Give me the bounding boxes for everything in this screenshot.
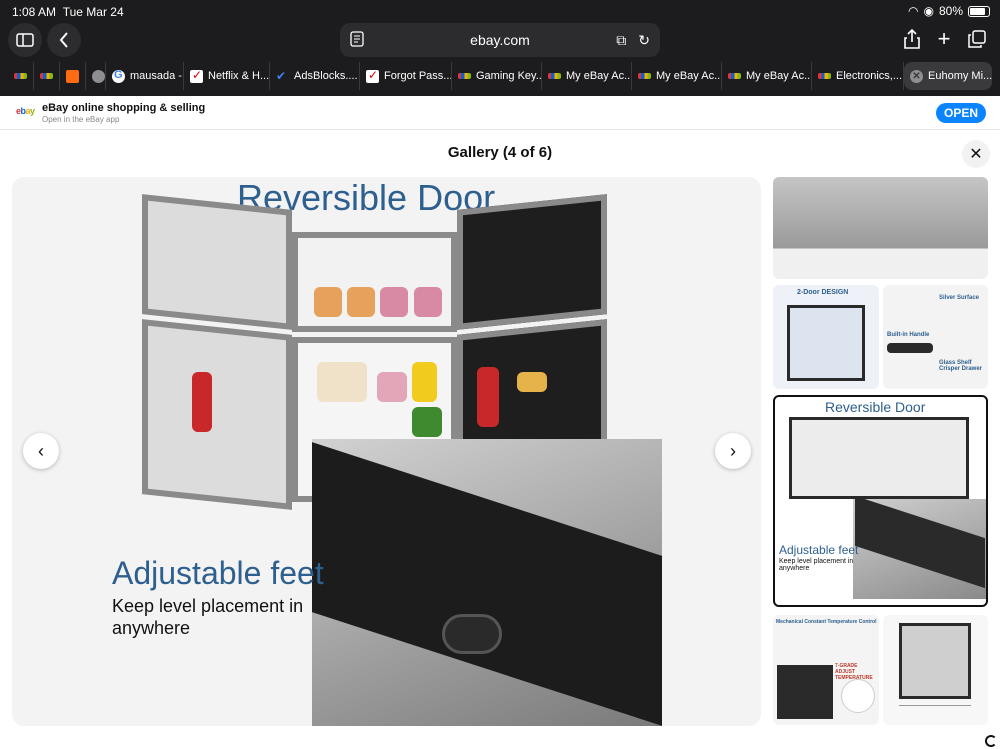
banner-title: eBay online shopping & selling bbox=[42, 102, 206, 114]
share-icon bbox=[904, 29, 920, 49]
checkmark-favicon-icon: ✔ bbox=[276, 68, 287, 83]
status-bar: 1:08 AM Tue Mar 24 ◠ ◉ 80% bbox=[0, 0, 1000, 22]
ebay-favicon-icon bbox=[638, 73, 651, 79]
address-bar-actions: ⧉ ↻ bbox=[616, 32, 650, 49]
gallery-main-image[interactable]: Reversible Door Adjustable feet Keep lev… bbox=[12, 177, 761, 726]
ebay-favicon-icon bbox=[818, 73, 831, 79]
thumbnail-caption: Glass Shelf Crisper Drawer bbox=[939, 360, 983, 372]
thumbnail-2[interactable]: 2-Door DESIGN bbox=[773, 285, 879, 389]
tab[interactable]: Netflix & H... bbox=[184, 62, 270, 90]
reader-icon[interactable] bbox=[350, 31, 364, 47]
sidebar-button[interactable] bbox=[8, 23, 42, 57]
share-button[interactable] bbox=[897, 24, 927, 54]
tab-label: Forgot Pass... bbox=[384, 70, 452, 82]
ebay-favicon-icon bbox=[728, 73, 741, 79]
tab-overview-button[interactable] bbox=[962, 24, 992, 54]
feature-title: Adjustable feet bbox=[112, 555, 324, 591]
tab-label: Electronics,... bbox=[836, 70, 903, 82]
loading-spinner-icon bbox=[985, 735, 997, 747]
tab[interactable]: ✔ AdsBlocks.... bbox=[270, 62, 360, 90]
tab[interactable] bbox=[60, 62, 86, 90]
new-tab-button[interactable]: + bbox=[929, 24, 959, 54]
thumbnail-caption: Mechanical Constant Temperature Control bbox=[776, 619, 877, 625]
wifi-icon: ◠ bbox=[908, 4, 919, 18]
browser-chrome: 1:08 AM Tue Mar 24 ◠ ◉ 80% ebay.com ⧉ ↻ … bbox=[0, 0, 1000, 96]
chevron-right-icon: › bbox=[730, 440, 736, 461]
tab[interactable]: mausada -... bbox=[106, 62, 184, 90]
gallery-close-button[interactable]: ✕ bbox=[962, 140, 990, 168]
thumbnail-strip: 2-Door DESIGN Silver Surface Built-in Ha… bbox=[773, 177, 988, 726]
tab-active[interactable]: ✕ Euhomy Mi... bbox=[904, 62, 992, 90]
tab[interactable] bbox=[34, 62, 60, 90]
next-image-button[interactable]: › bbox=[715, 433, 751, 469]
close-icon: ✕ bbox=[969, 146, 983, 163]
close-tab-icon[interactable]: ✕ bbox=[910, 69, 923, 83]
ebay-logo: ebay bbox=[16, 106, 35, 116]
ebay-favicon-icon bbox=[458, 73, 471, 79]
battery-percent: 80% bbox=[938, 4, 963, 18]
adjustable-foot bbox=[442, 614, 502, 654]
status-date: Tue Mar 24 bbox=[62, 5, 124, 19]
status-time: 1:08 AM Tue Mar 24 bbox=[12, 5, 124, 19]
site-favicon-icon bbox=[92, 69, 105, 83]
thumbnail-4[interactable]: Mechanical Constant Temperature Control … bbox=[773, 615, 879, 725]
tab[interactable]: My eBay Ac... bbox=[722, 62, 812, 90]
address-bar[interactable]: ebay.com ⧉ ↻ bbox=[340, 23, 660, 57]
tab-bar: mausada -... Netflix & H... ✔ AdsBlocks..… bbox=[0, 62, 1000, 90]
open-app-button[interactable]: OPEN bbox=[936, 103, 986, 123]
status-right: ◠ ◉ 80% bbox=[908, 4, 990, 18]
reload-icon[interactable]: ↻ bbox=[638, 32, 650, 49]
tab-label: My eBay Ac... bbox=[746, 70, 812, 82]
thumbnail-caption: Silver Surface bbox=[939, 295, 980, 301]
tab[interactable]: Gaming Key... bbox=[452, 62, 542, 90]
check-favicon-icon bbox=[190, 68, 203, 83]
thumbnail-5[interactable] bbox=[883, 615, 988, 725]
thumbnail-caption: Reversible Door bbox=[825, 399, 926, 415]
plus-icon: + bbox=[937, 26, 951, 51]
chevron-left-icon: ‹ bbox=[38, 440, 44, 461]
prev-image-button[interactable]: ‹ bbox=[23, 433, 59, 469]
thumbnail-caption: Keep level placement in anywhere bbox=[779, 558, 854, 572]
tab[interactable]: My eBay Ac... bbox=[542, 62, 632, 90]
sidebar-icon bbox=[16, 33, 34, 47]
ebay-favicon-icon bbox=[40, 73, 53, 79]
tab[interactable]: My eBay Ac... bbox=[632, 62, 722, 90]
tab[interactable]: Forgot Pass... bbox=[360, 62, 452, 90]
tab[interactable]: Electronics,... bbox=[812, 62, 904, 90]
url-text: ebay.com bbox=[470, 32, 530, 48]
back-icon bbox=[59, 32, 68, 48]
app-banner: ebay eBay online shopping & selling Open… bbox=[0, 96, 1000, 130]
banner-subtitle: Open in the eBay app bbox=[42, 115, 120, 124]
extensions-icon[interactable]: ⧉ bbox=[616, 32, 626, 49]
check-favicon-icon bbox=[366, 68, 379, 83]
rotation-lock-icon: ◉ bbox=[923, 4, 934, 18]
ebay-favicon-icon bbox=[14, 73, 27, 79]
fridge-corner-closeup bbox=[312, 439, 662, 726]
back-button[interactable] bbox=[47, 23, 81, 57]
tab-label: Gaming Key... bbox=[476, 70, 542, 82]
tab-label: My eBay Ac... bbox=[566, 70, 632, 82]
thumbnail-caption: 2-Door DESIGN bbox=[797, 289, 849, 296]
battery-icon bbox=[968, 5, 990, 17]
tab-label: Netflix & H... bbox=[208, 70, 270, 82]
tab-label: mausada -... bbox=[130, 70, 183, 82]
thumbnail-3-selected[interactable]: Reversible Door Adjustable feet Keep lev… bbox=[773, 395, 988, 607]
app-favicon-icon bbox=[66, 69, 79, 83]
thumbnail-caption: Built-in Handle bbox=[887, 332, 930, 338]
tab[interactable] bbox=[86, 62, 106, 90]
thumbnail-caption: Adjustable feet bbox=[779, 543, 859, 557]
google-favicon-icon bbox=[112, 69, 125, 83]
thumbnail-1[interactable] bbox=[773, 177, 988, 279]
tabs-icon bbox=[968, 30, 986, 48]
tab-label: My eBay Ac... bbox=[656, 70, 722, 82]
browser-toolbar: ebay.com ⧉ ↻ + bbox=[0, 22, 1000, 58]
tab-label: AdsBlocks.... bbox=[294, 70, 358, 82]
tab[interactable] bbox=[8, 62, 34, 90]
gallery-title: Gallery (4 of 6) bbox=[447, 144, 553, 161]
tab-label: Euhomy Mi... bbox=[928, 70, 992, 82]
feature-text: Keep level placement in anywhere bbox=[112, 596, 304, 638]
ebay-favicon-icon bbox=[548, 73, 561, 79]
thumbnail-2b[interactable]: Silver Surface Built-in Handle Glass She… bbox=[883, 285, 988, 389]
